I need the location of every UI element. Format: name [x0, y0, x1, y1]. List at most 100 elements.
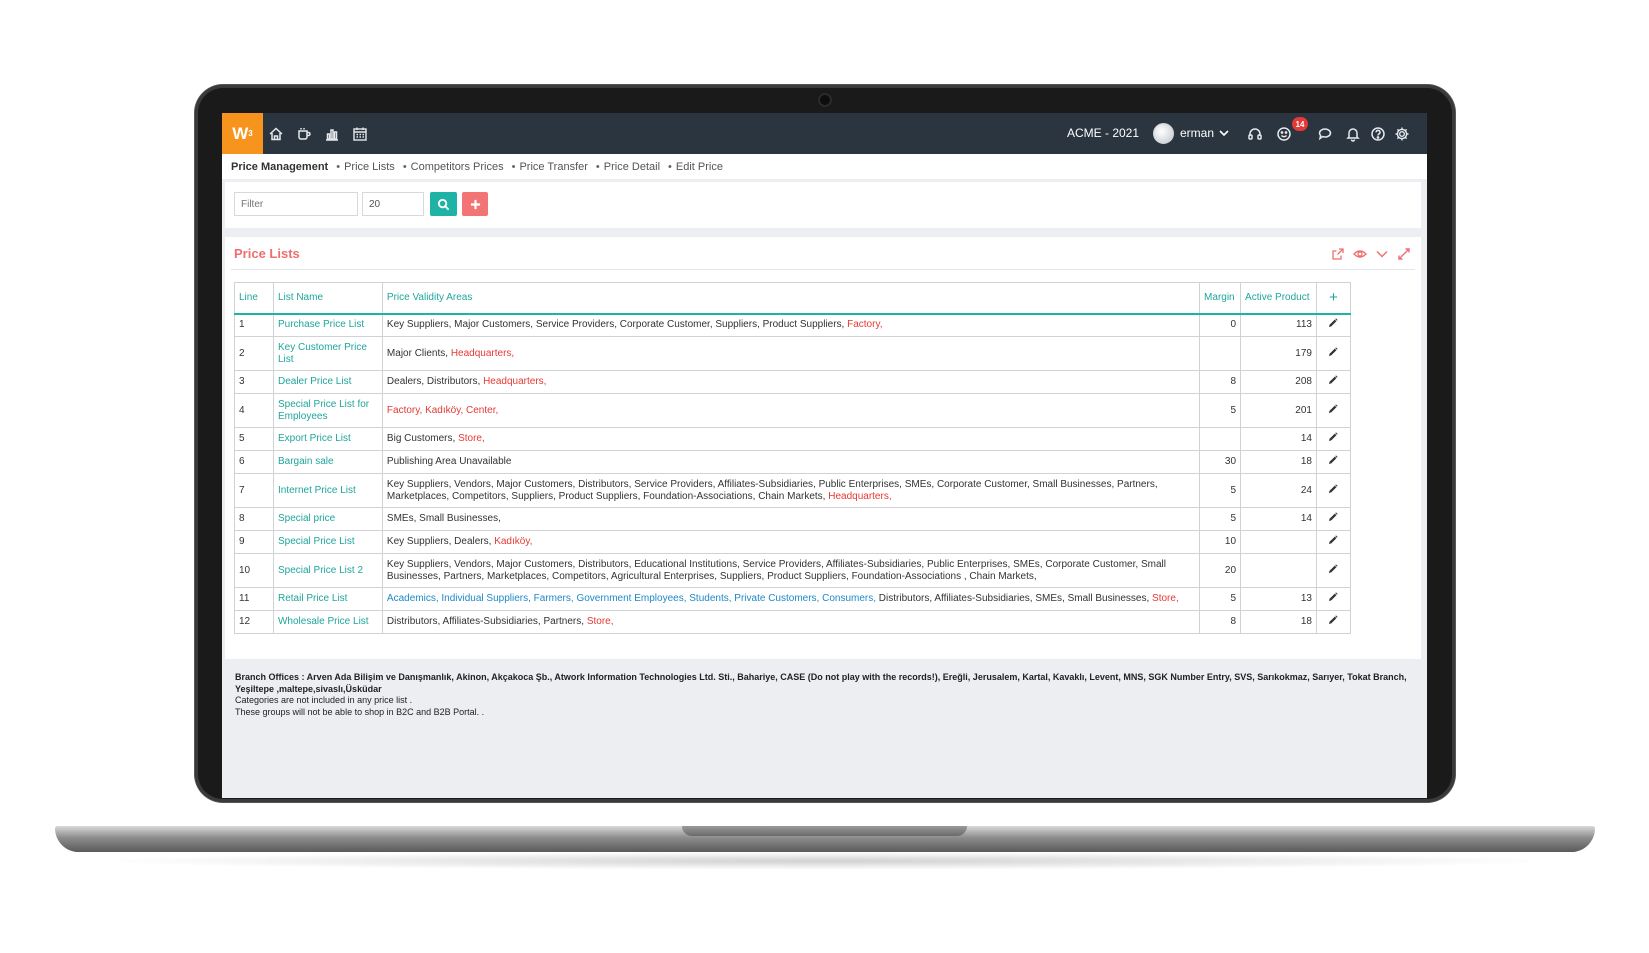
margin-cell — [1199, 336, 1242, 371]
page-size-input[interactable] — [362, 192, 424, 216]
panel-divider — [231, 269, 1415, 270]
edit-cell — [1315, 313, 1352, 337]
breadcrumb-price-detail[interactable]: Price Detail — [596, 161, 660, 173]
table-row[interactable]: 1 Purchase Price List Key Suppliers, Major… — [234, 313, 1352, 337]
list-name-link[interactable]: Bargain sale — [272, 450, 383, 474]
footer-notes: Branch Offices : Arven Ada Bilişim ve Da… — [235, 672, 1415, 718]
gear-icon[interactable] — [1392, 124, 1412, 144]
home-icon[interactable] — [266, 124, 286, 144]
filter-input[interactable] — [234, 192, 358, 216]
add-button[interactable] — [462, 192, 488, 216]
pencil-icon[interactable] — [1328, 346, 1339, 357]
area-text: Key Suppliers, Dealers, — [386, 536, 495, 547]
list-name-link[interactable]: Special price — [272, 507, 383, 531]
pencil-icon[interactable] — [1328, 512, 1339, 522]
list-name-link[interactable]: Retail Price List — [272, 587, 383, 611]
expand-icon[interactable] — [1397, 247, 1411, 261]
area-text: Big Customers, — [386, 433, 459, 444]
price-lists-table: Line List Name Price Validity Areas Marg… — [234, 282, 1352, 634]
area-text: Major Clients, — [386, 347, 451, 359]
area-highlight-red: Store, — [1152, 593, 1179, 604]
breadcrumb-competitors-prices[interactable]: Competitors Prices — [403, 161, 504, 173]
help-icon[interactable] — [1368, 124, 1388, 144]
headset-icon[interactable] — [1245, 124, 1265, 144]
active-product-cell: 18 — [1240, 610, 1317, 634]
list-name-link[interactable]: Key Customer Price List — [272, 336, 383, 371]
pencil-icon[interactable] — [1328, 375, 1339, 385]
pencil-icon[interactable] — [1328, 432, 1339, 442]
line-cell: 2 — [234, 336, 274, 371]
pencil-icon[interactable] — [1328, 535, 1339, 545]
username[interactable]: erman — [1180, 126, 1214, 140]
table-row[interactable]: 10 Special Price List 2 Key Suppliers, Ven… — [234, 553, 1352, 588]
pencil-icon[interactable] — [1328, 318, 1339, 328]
avatar[interactable] — [1153, 123, 1174, 144]
breadcrumb-edit-price[interactable]: Edit Price — [668, 161, 723, 173]
active-product-cell: 14 — [1240, 507, 1317, 531]
add-row-button[interactable]: + — [1315, 282, 1352, 315]
export-icon[interactable] — [1331, 247, 1345, 261]
area-highlight-red: Store, — [458, 433, 485, 444]
search-button[interactable] — [430, 192, 457, 216]
pencil-icon[interactable] — [1328, 563, 1339, 574]
chevron-down-icon[interactable] — [1375, 247, 1389, 261]
edit-cell — [1315, 553, 1352, 588]
table-row[interactable]: 12 Wholesale Price List Distributors, Affi… — [234, 610, 1352, 634]
pencil-icon[interactable] — [1328, 403, 1339, 414]
area-highlight-red: Factory, Kadıköy, Center, — [386, 404, 499, 416]
table-row[interactable]: 8 Special price SMEs, Small Businesses, 5 14 — [234, 507, 1352, 531]
active-product-cell: 179 — [1240, 336, 1317, 371]
pencil-icon[interactable] — [1328, 455, 1339, 465]
line-cell: 9 — [234, 530, 274, 554]
list-name-link[interactable]: Special Price List 2 — [272, 553, 383, 588]
list-name-link[interactable]: Export Price List — [272, 427, 383, 451]
table-row[interactable]: 7 Internet Price List Key Suppliers, Vendo… — [234, 473, 1352, 508]
breadcrumb-price-lists[interactable]: Price Lists — [336, 161, 395, 173]
chevron-down-icon[interactable] — [1218, 126, 1230, 138]
column-header-list-name[interactable]: List Name — [272, 282, 383, 315]
column-header-active-product[interactable]: Active Product — [1240, 282, 1317, 315]
table-row[interactable]: 5 Export Price List Big Customers, Store, 1… — [234, 427, 1352, 451]
pencil-icon[interactable] — [1328, 592, 1339, 602]
app-logo[interactable]: W3 — [222, 113, 263, 154]
pencil-icon[interactable] — [1328, 483, 1339, 494]
laptop-notch — [682, 826, 967, 836]
calendar-icon[interactable] — [350, 124, 370, 144]
eye-icon[interactable] — [1353, 247, 1367, 261]
filter-panel — [225, 182, 1421, 228]
active-product-cell: 208 — [1240, 370, 1317, 394]
area-highlight-red: Kadıköy, — [494, 536, 533, 547]
area-highlight-red: Headquarters, — [483, 376, 547, 387]
breadcrumb-price-transfer[interactable]: Price Transfer — [512, 161, 587, 173]
table-row[interactable]: 2 Key Customer Price List Major Clients, H… — [234, 336, 1352, 371]
column-header-margin[interactable]: Margin — [1199, 282, 1242, 315]
edit-cell — [1315, 530, 1352, 554]
smile-icon[interactable] — [1274, 124, 1294, 144]
validity-areas-cell: Academics, Individual Suppliers, Farmers… — [381, 587, 1201, 611]
list-name-link[interactable]: Wholesale Price List — [272, 610, 383, 634]
coffee-icon[interactable] — [294, 124, 314, 144]
table-row[interactable]: 11 Retail Price List Academics, Individual… — [234, 587, 1352, 611]
validity-areas-cell: Key Suppliers, Dealers, Kadıköy, — [381, 530, 1201, 554]
bell-icon[interactable] — [1343, 124, 1363, 144]
company-selector[interactable]: ACME - 2021 — [1067, 126, 1139, 140]
bar-chart-icon[interactable] — [322, 124, 342, 144]
list-name-link[interactable]: Dealer Price List — [272, 370, 383, 394]
validity-areas-cell: Distributors, Affiliates-Subsidiaries, P… — [381, 610, 1201, 634]
table-row[interactable]: 3 Dealer Price List Dealers, Distributors,… — [234, 370, 1352, 394]
column-header-line[interactable]: Line — [234, 282, 274, 315]
list-name-link[interactable]: Special Price List — [272, 530, 383, 554]
table-row[interactable]: 6 Bargain sale Publishing Area Unavailable… — [234, 450, 1352, 474]
breadcrumb-root[interactable]: Price Management — [231, 161, 328, 173]
pencil-icon[interactable] — [1328, 615, 1339, 625]
list-name-link[interactable]: Purchase Price List — [272, 313, 383, 337]
top-bar: W3 ACME - 2021 erman 14 — [222, 113, 1427, 154]
edit-cell — [1315, 587, 1352, 611]
chat-icon[interactable] — [1315, 124, 1335, 144]
column-header-price-validity-areas[interactable]: Price Validity Areas — [381, 282, 1201, 315]
table-row[interactable]: 4 Special Price List for Employees Factory… — [234, 393, 1352, 428]
list-name-link[interactable]: Special Price List for Employees — [272, 393, 383, 428]
edit-cell — [1315, 473, 1352, 508]
table-row[interactable]: 9 Special Price List Key Suppliers, Dealer… — [234, 530, 1352, 554]
list-name-link[interactable]: Internet Price List — [272, 473, 383, 508]
